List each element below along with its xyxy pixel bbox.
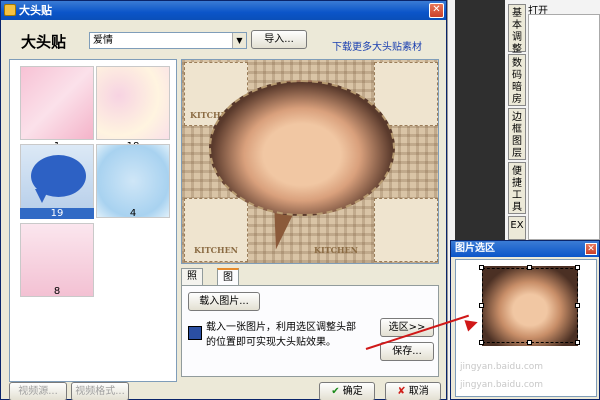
selection-close-button[interactable]: ✕ [585, 243, 597, 255]
monitor-icon [188, 326, 202, 340]
cross-icon: ✘ [397, 386, 406, 397]
screen: 打开 基本调整 数码暗房 边框图层 便捷工具 EX 大头贴 ✕ 大头贴 爱情 ▼… [0, 0, 600, 400]
template-caption-selected: 19 [20, 208, 94, 219]
watermark: jingyan.baidu.com [460, 380, 544, 390]
resize-handle[interactable] [575, 303, 580, 308]
template-caption: 8 [53, 286, 61, 297]
dialog-titlebar: 大头贴 ✕ [1, 1, 446, 20]
kitchen-label: KITCHEN [194, 245, 238, 255]
video-format-button[interactable]: 视频格式... [71, 382, 129, 400]
import-button[interactable]: 导入... [251, 30, 307, 49]
background-photo-area [455, 0, 505, 240]
template-grid[interactable]: 1 18 19 4 8 [9, 59, 177, 382]
template-thumb-18[interactable] [96, 66, 170, 140]
chevron-down-icon[interactable]: ▼ [232, 33, 246, 48]
ok-label: 确定 [342, 386, 363, 397]
selection-marquee[interactable] [482, 268, 578, 343]
resize-handle[interactable] [575, 340, 580, 345]
template-caption: 4 [129, 208, 137, 219]
category-value: 爱情 [93, 35, 113, 46]
tab-camera[interactable]: 照相 [181, 268, 203, 297]
watermark: jingyan.baidu.com [460, 362, 544, 372]
resize-handle[interactable] [479, 265, 484, 270]
vtab-ex[interactable]: EX [508, 216, 526, 240]
speech-bubble-tail [35, 189, 49, 203]
vtab-border-layer[interactable]: 边框图层 [508, 108, 526, 160]
load-image-button[interactable]: 载入图片... [188, 292, 260, 311]
cancel-label: 取消 [408, 386, 429, 397]
kitchen-tile [374, 198, 438, 262]
save-button[interactable]: 保存... [380, 342, 434, 361]
vtab-digital-darkroom[interactable]: 数码暗房 [508, 54, 526, 106]
resize-handle[interactable] [575, 265, 580, 270]
app-icon [4, 4, 16, 16]
app-label: 大头贴 [21, 33, 67, 51]
download-more-link[interactable]: 下载更多大头贴素材 [332, 38, 422, 53]
compose-panel: 载入图片... 载入一张图片，利用选区调整头部的位置即可实现大头贴效果。 选区>… [181, 285, 439, 377]
cancel-button[interactable]: ✘ 取消 [385, 382, 441, 400]
sticker-dialog: 大头贴 ✕ 大头贴 爱情 ▼ 导入... 下载更多大头贴素材 1 18 19 4… [0, 0, 447, 400]
resize-handle[interactable] [527, 265, 532, 270]
resize-handle[interactable] [527, 340, 532, 345]
ok-button[interactable]: ✔ 确定 [319, 382, 375, 400]
tab-image-compose[interactable]: 图片合成 [217, 268, 239, 328]
template-thumb-19[interactable] [20, 144, 94, 218]
resize-handle[interactable] [479, 303, 484, 308]
vtab-basic-adjust[interactable]: 基本调整 [508, 4, 526, 55]
close-button[interactable]: ✕ [429, 3, 444, 18]
dialog-title: 大头贴 [19, 4, 52, 17]
kitchen-label: KITCHEN [314, 245, 358, 255]
template-thumb-1[interactable] [20, 66, 94, 140]
portrait-in-bubble [209, 80, 395, 216]
selection-window-title: 图片选区 [451, 241, 599, 257]
sticker-preview: KITCHEN KITCHEN KITCHEN [181, 59, 439, 264]
background-list [528, 14, 600, 240]
vtab-quick-tools[interactable]: 便捷工具 [508, 162, 526, 214]
video-source-button[interactable]: 视频源... [9, 382, 67, 400]
check-icon: ✔ [331, 386, 340, 397]
template-thumb-4[interactable] [96, 144, 170, 218]
category-select[interactable]: 爱情 ▼ [89, 32, 247, 49]
instruction-text: 载入一张图片，利用选区调整头部的位置即可实现大头贴效果。 [206, 322, 356, 348]
resize-handle[interactable] [479, 340, 484, 345]
